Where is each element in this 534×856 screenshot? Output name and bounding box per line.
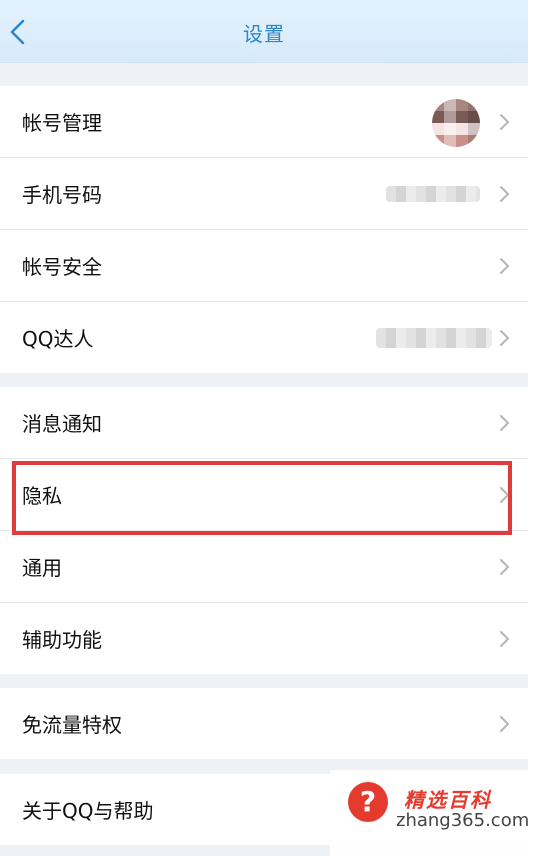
row-label: 帐号安全 — [22, 255, 102, 279]
settings-group-account: 帐号管理 手机号码 帐号安全 QQ达人 — [0, 86, 528, 373]
settings-row-account-management[interactable]: 帐号管理 — [0, 86, 528, 158]
chevron-right-icon — [500, 113, 510, 130]
row-label: 手机号码 — [22, 183, 102, 207]
row-label: 通用 — [22, 556, 62, 580]
navigation-bar: 设置 — [0, 0, 528, 63]
settings-row-phone-number[interactable]: 手机号码 — [0, 158, 528, 230]
row-label: QQ达人 — [22, 327, 94, 351]
chevron-right-icon — [500, 558, 510, 575]
settings-row-data-free-privilege[interactable]: 免流量特权 — [0, 688, 528, 759]
question-mark-icon: ? — [348, 782, 388, 822]
settings-group-data-free: 免流量特权 — [0, 688, 528, 759]
avatar — [432, 99, 480, 147]
chevron-right-icon — [500, 329, 510, 346]
row-label: 帐号管理 — [22, 111, 102, 135]
chevron-right-icon — [500, 414, 510, 431]
settings-row-qq-expert[interactable]: QQ达人 — [0, 302, 528, 373]
chevron-right-icon — [500, 185, 510, 202]
chevron-right-icon — [500, 630, 510, 647]
row-label: 免流量特权 — [22, 713, 122, 737]
row-label: 消息通知 — [22, 412, 102, 436]
watermark-title: 精选百科 — [404, 788, 492, 812]
settings-row-accessibility[interactable]: 辅助功能 — [0, 603, 528, 674]
row-label: 辅助功能 — [22, 628, 102, 652]
blurred-phone-value — [386, 186, 480, 202]
settings-row-account-security[interactable]: 帐号安全 — [0, 230, 528, 302]
settings-row-notifications[interactable]: 消息通知 — [0, 387, 528, 459]
blurred-expert-value — [376, 328, 492, 348]
settings-row-general[interactable]: 通用 — [0, 531, 528, 603]
row-label: 关于QQ与帮助 — [22, 799, 154, 823]
chevron-right-icon — [500, 715, 510, 732]
watermark: ? 精选百科 zhang365.com — [330, 770, 534, 856]
highlight-box — [12, 461, 512, 535]
watermark-domain: zhang365.com — [396, 810, 530, 831]
chevron-right-icon — [500, 257, 510, 274]
right-edge — [528, 0, 534, 856]
page-title: 设置 — [243, 22, 285, 46]
